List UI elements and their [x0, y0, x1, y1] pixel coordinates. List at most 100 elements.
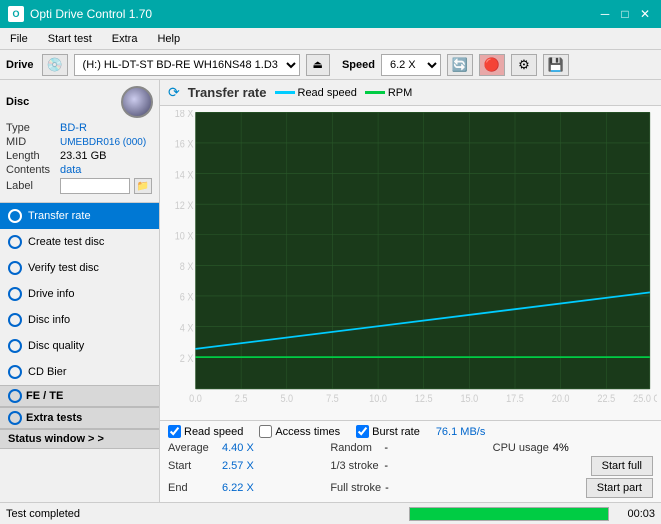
label-input[interactable]	[60, 178, 130, 194]
stats-end-row: End 6.22 X	[168, 478, 328, 498]
nav-section: Transfer rate Create test disc Verify te…	[0, 203, 159, 502]
nav-transfer-rate[interactable]: Transfer rate	[0, 203, 159, 229]
section-header-status-window[interactable]: Status window > >	[0, 429, 159, 449]
disc-button[interactable]: 🔴	[479, 54, 505, 76]
y-axis-labels: 18 X 16 X 14 X 12 X 10 X 8 X 6 X 4 X 2 X	[175, 110, 194, 365]
nav-icon-transfer-rate	[8, 209, 22, 223]
nav-cd-bier[interactable]: CD Bier	[0, 359, 159, 385]
svg-text:22.5: 22.5	[597, 393, 615, 405]
nav-icon-disc-quality	[8, 339, 22, 353]
start-part-button[interactable]: Start part	[586, 478, 653, 498]
checkbox-label-access-times: Access times	[275, 426, 340, 438]
nav-disc-quality[interactable]: Disc quality	[0, 333, 159, 359]
legend-label-read-speed: Read speed	[298, 87, 357, 99]
menu-start-test[interactable]: Start test	[44, 32, 96, 46]
mid-label: MID	[6, 136, 56, 148]
speed-select[interactable]: 6.2 X	[381, 54, 441, 76]
label-browse-button[interactable]: 📁	[134, 178, 152, 194]
nav-label-transfer-rate: Transfer rate	[28, 210, 91, 222]
settings-button[interactable]: ⚙	[511, 54, 537, 76]
stats-average-row: Average 4.40 X	[168, 442, 328, 454]
average-value: 4.40 X	[222, 442, 262, 454]
section-header-extra-tests[interactable]: Extra tests	[0, 407, 159, 429]
section-label-status-window: Status window > >	[8, 433, 104, 445]
start-full-button[interactable]: Start full	[591, 456, 653, 476]
status-time: 00:03	[615, 508, 655, 520]
end-value: 6.22 X	[222, 482, 262, 494]
nav-drive-info[interactable]: Drive info	[0, 281, 159, 307]
section-label-fe-te: FE / TE	[26, 390, 63, 402]
length-value: 23.31 GB	[60, 150, 106, 162]
nav-create-test-disc[interactable]: Create test disc	[0, 229, 159, 255]
refresh-button[interactable]: 🔄	[447, 54, 473, 76]
progress-bar-fill	[410, 508, 608, 520]
svg-text:25.0 GB: 25.0 GB	[633, 393, 657, 405]
svg-text:6 X: 6 X	[180, 292, 194, 304]
checkbox-input-read-speed[interactable]	[168, 425, 181, 438]
menu-file[interactable]: File	[6, 32, 32, 46]
start-full-container: Start full	[493, 456, 653, 476]
nav-icon-create-test-disc	[8, 235, 22, 249]
legend-color-read-speed	[275, 91, 295, 94]
nav-label-verify-test-disc: Verify test disc	[28, 262, 99, 274]
disc-header: Disc	[6, 86, 153, 118]
disc-fields: Type BD-R MID UMEBDR016 (000) Length 23.…	[6, 122, 153, 194]
nav-label-disc-info: Disc info	[28, 314, 70, 326]
disc-contents-row: Contents data	[6, 164, 153, 176]
svg-text:0.0: 0.0	[189, 393, 202, 405]
chart-header: ⟳ Transfer rate Read speed RPM	[160, 80, 661, 106]
close-button[interactable]: ✕	[637, 6, 653, 22]
nav-label-cd-bier: CD Bier	[28, 366, 67, 378]
stroke13-label: 1/3 stroke	[330, 460, 380, 472]
nav-icon-disc-info	[8, 313, 22, 327]
nav-verify-test-disc[interactable]: Verify test disc	[0, 255, 159, 281]
disc-length-row: Length 23.31 GB	[6, 150, 153, 162]
stats-13stroke-row: 1/3 stroke -	[330, 456, 490, 476]
eject-button[interactable]: ⏏	[306, 54, 330, 76]
nav-icon-drive-info	[8, 287, 22, 301]
main-content: Disc Type BD-R MID UMEBDR016 (000) Lengt…	[0, 80, 661, 502]
save-button[interactable]: 💾	[543, 54, 569, 76]
svg-text:2.5: 2.5	[235, 393, 248, 405]
checkbox-read-speed[interactable]: Read speed	[168, 425, 243, 438]
stats-fullstroke-row: Full stroke -	[330, 478, 490, 498]
svg-text:10 X: 10 X	[175, 231, 194, 243]
disc-label-row: Label 📁	[6, 178, 153, 194]
nav-disc-info[interactable]: Disc info	[0, 307, 159, 333]
svg-text:12.5: 12.5	[415, 393, 433, 405]
disc-type-row: Type BD-R	[6, 122, 153, 134]
nav-label-disc-quality: Disc quality	[28, 340, 84, 352]
section-label-extra-tests: Extra tests	[26, 412, 82, 424]
menu-extra[interactable]: Extra	[108, 32, 142, 46]
cpu-value: 4%	[553, 442, 593, 454]
stats-data-grid: Average 4.40 X Random - CPU usage 4% Sta…	[168, 442, 653, 498]
progress-bar	[409, 507, 609, 521]
end-label: End	[168, 482, 218, 494]
drive-icon-button[interactable]: 💿	[42, 54, 68, 76]
svg-text:10.0: 10.0	[369, 393, 387, 405]
svg-text:2 X: 2 X	[180, 353, 194, 365]
svg-text:16 X: 16 X	[175, 139, 194, 151]
checkbox-input-access-times[interactable]	[259, 425, 272, 438]
menu-help[interactable]: Help	[153, 32, 184, 46]
stats-cpu-row: CPU usage 4%	[493, 442, 653, 454]
chart-title: Transfer rate	[188, 85, 267, 100]
svg-text:15.0: 15.0	[460, 393, 478, 405]
disc-mid-row: MID UMEBDR016 (000)	[6, 136, 153, 148]
checkbox-input-burst-rate[interactable]	[356, 425, 369, 438]
svg-text:8 X: 8 X	[180, 261, 194, 273]
checkbox-access-times[interactable]: Access times	[259, 425, 340, 438]
maximize-button[interactable]: □	[617, 6, 633, 22]
checkbox-burst-rate[interactable]: Burst rate	[356, 425, 420, 438]
minimize-button[interactable]: ─	[597, 6, 613, 22]
checkbox-label-burst-rate: Burst rate	[372, 426, 420, 438]
chart-bg	[196, 112, 650, 389]
legend-label-rpm: RPM	[388, 87, 412, 99]
length-label: Length	[6, 150, 56, 162]
section-header-fe-te[interactable]: FE / TE	[0, 385, 159, 407]
svg-text:20.0: 20.0	[552, 393, 570, 405]
app-icon: O	[8, 6, 24, 22]
title-bar-left: O Opti Drive Control 1.70	[8, 6, 152, 22]
drive-select[interactable]: (H:) HL-DT-ST BD-RE WH16NS48 1.D3	[74, 54, 300, 76]
title-bar: O Opti Drive Control 1.70 ─ □ ✕	[0, 0, 661, 28]
